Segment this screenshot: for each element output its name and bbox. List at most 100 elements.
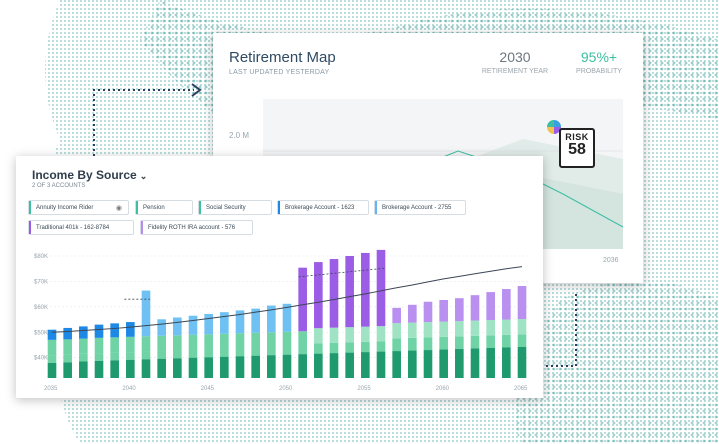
bar-segment: [361, 326, 370, 342]
probability-stat: 95%+ PROBABILITY: [569, 49, 629, 75]
bar-segment: [345, 342, 354, 353]
bar-segment: [329, 259, 339, 328]
bar-segment: [282, 331, 292, 347]
chip-label: Brokerage Account - 2755: [382, 205, 452, 211]
bar-segment: [392, 338, 401, 352]
bar-segment: [204, 349, 213, 358]
bar-segment: [282, 346, 292, 355]
bar-segment: [204, 313, 213, 335]
bar-segment: [470, 335, 480, 349]
retirement-year-label: RETIREMENT YEAR: [481, 68, 549, 75]
chevron-down-icon[interactable]: ⌄: [140, 171, 148, 181]
bar-segment: [204, 334, 213, 350]
bar-segment: [157, 319, 166, 336]
bar-segment: [141, 351, 151, 360]
chip-pension[interactable]: Pension: [135, 200, 193, 215]
bar-segment: [345, 327, 354, 343]
bar-segment: [126, 322, 135, 337]
bar-segment: [79, 361, 88, 378]
bar-segment: [486, 292, 495, 321]
bar-segment: [455, 321, 464, 337]
risk-value: 58: [568, 141, 586, 158]
chip-label: Fidelity ROTH IRA account - 576: [148, 225, 236, 231]
chip-brokerage-1623[interactable]: Brokerage Account - 1623: [277, 200, 369, 215]
bar-segment: [267, 355, 276, 378]
eye-slash-icon[interactable]: ◉: [116, 201, 122, 216]
bar-segment: [220, 349, 229, 357]
bar-segment: [188, 315, 198, 335]
bar-segment: [314, 328, 323, 344]
marker-line: [298, 267, 386, 278]
bar-segment: [376, 249, 386, 327]
bar-segment: [173, 358, 182, 378]
bar-segment: [47, 362, 57, 378]
chip-color-bar: [29, 221, 31, 234]
bar-segment: [517, 346, 527, 378]
retirement-map-title: Retirement Map: [229, 49, 336, 66]
bar-segment: [345, 352, 354, 378]
bar-segment: [63, 327, 72, 340]
chip-traditional-401k[interactable]: Traditional 401k - 162-8784: [28, 220, 134, 235]
chip-social-security[interactable]: Social Security: [198, 200, 272, 215]
bar-segment: [439, 299, 448, 322]
bar-segment: [298, 267, 307, 332]
probability-value: 95%+: [580, 49, 618, 65]
retirement-map-subtitle: LAST UPDATED YESTERDAY: [229, 69, 330, 76]
bar-segment: [79, 326, 88, 339]
income-title[interactable]: Income By Source ⌄: [32, 168, 147, 182]
bar-segment: [141, 336, 151, 352]
bar-segment: [235, 356, 245, 378]
bar-segment: [408, 350, 417, 378]
bar-segment: [486, 348, 495, 378]
bar-segment: [423, 301, 433, 323]
bar-segment: [314, 343, 323, 354]
chip-color-bar: [375, 201, 377, 214]
x-tick-label: 2045: [201, 386, 215, 392]
bar-segment: [361, 352, 370, 378]
bar-segment: [94, 324, 104, 338]
bar-segment: [470, 320, 480, 336]
bar-segment: [361, 252, 370, 327]
bar-segment: [486, 335, 495, 349]
chip-brokerage-2755[interactable]: Brokerage Account - 2755: [374, 200, 466, 215]
chip-color-bar: [29, 201, 31, 214]
bar-segment: [439, 349, 448, 378]
bar-segment: [173, 350, 182, 359]
bar-segment: [392, 307, 401, 324]
y-tick-label: $40K: [34, 356, 48, 362]
bar-segment: [126, 352, 135, 360]
bar-segment: [408, 337, 417, 351]
bar-segment: [298, 354, 307, 378]
x-tick-label: 2055: [357, 386, 371, 392]
bar-segment: [423, 322, 433, 338]
bar-segment: [502, 319, 511, 335]
chip-color-bar: [278, 201, 280, 214]
bar-segment: [220, 312, 229, 334]
bar-segment: [502, 289, 511, 320]
bar-segment: [173, 335, 182, 351]
chip-fidelity-roth-ira[interactable]: Fidelity ROTH IRA account - 576: [140, 220, 253, 235]
bar-segment: [455, 349, 464, 378]
bar-segment: [329, 353, 339, 378]
bar-segment: [329, 342, 339, 354]
bar-segment: [517, 334, 527, 347]
bar-segment: [251, 348, 260, 356]
income-title-text: Income By Source: [32, 168, 137, 182]
bar-segment: [408, 322, 417, 338]
bar-segment: [408, 304, 417, 323]
bar-segment: [204, 357, 213, 378]
y-tick-label: $60K: [34, 305, 48, 311]
chip-annuity-income-rider[interactable]: Annuity Income Rider ◉: [28, 200, 129, 215]
bar-segment: [455, 298, 464, 322]
bar-segment: [235, 333, 245, 349]
bar-segment: [470, 295, 480, 321]
retirement-map-x-label: 2036: [603, 257, 619, 264]
bar-segment: [126, 336, 135, 353]
bar-segment: [345, 256, 354, 328]
bar-segment: [486, 320, 495, 336]
bar-segment: [94, 353, 104, 361]
risk-badge[interactable]: RISK 58: [559, 128, 595, 168]
bar-segment: [376, 351, 386, 378]
x-tick-label: 2035: [44, 386, 58, 392]
bar-segment: [455, 336, 464, 350]
